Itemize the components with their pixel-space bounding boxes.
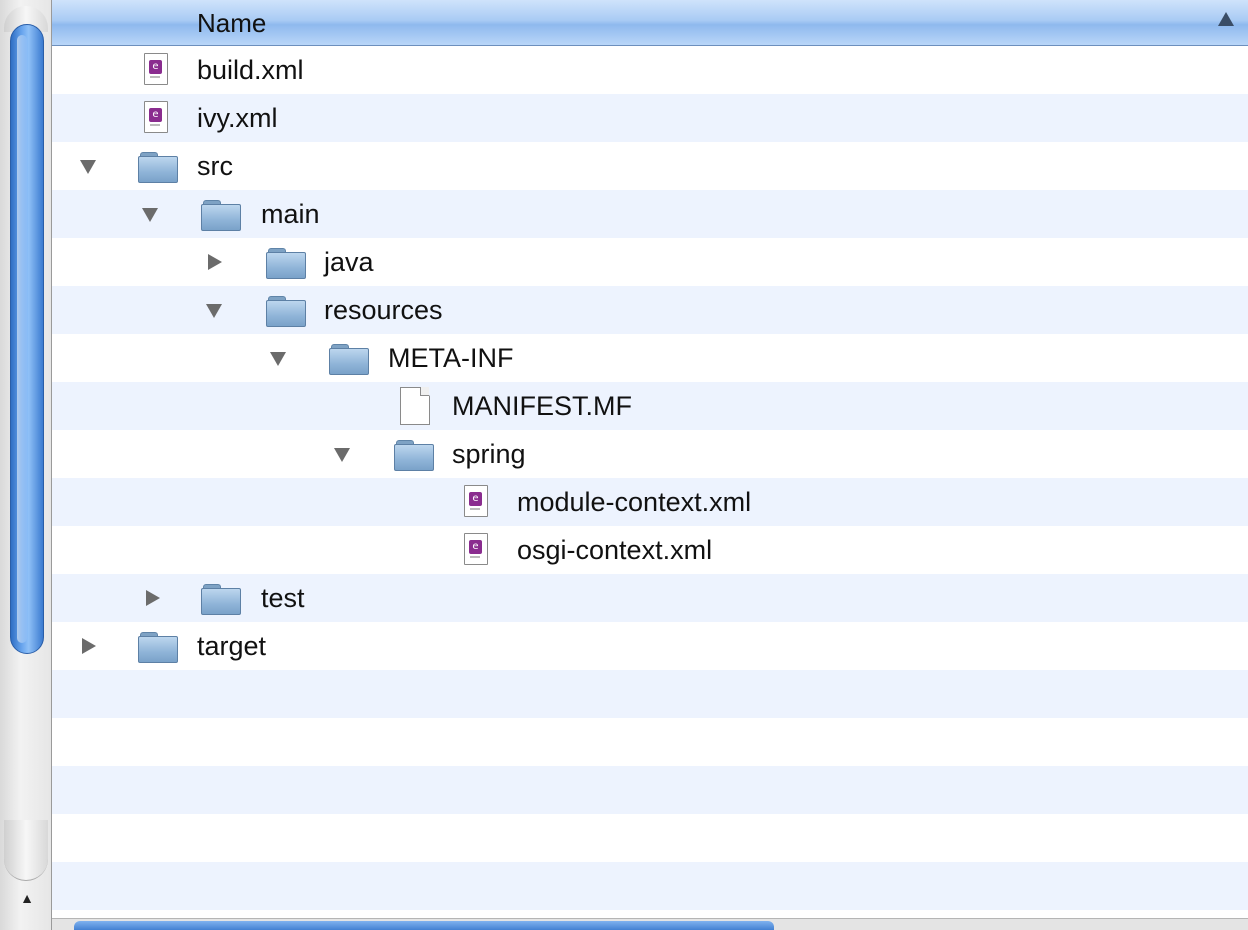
- tree-row-label: resources: [324, 295, 443, 325]
- disclosure-expanded-icon[interactable]: [206, 304, 222, 318]
- empty-row: [52, 718, 1248, 766]
- tree-row-osgi-context-xml[interactable]: e osgi-context.xml: [52, 526, 1248, 574]
- disclosure-collapsed-icon[interactable]: [208, 254, 222, 270]
- folder-icon: [329, 344, 369, 375]
- folder-icon: [201, 200, 241, 231]
- tree-row-label: module-context.xml: [517, 487, 752, 517]
- folder-icon: [138, 632, 178, 663]
- folder-icon: [266, 296, 306, 327]
- tree-row-label: MANIFEST.MF: [452, 391, 632, 421]
- scroll-up-arrow-icon[interactable]: ▲: [10, 884, 44, 912]
- tree-row-label: ivy.xml: [197, 103, 278, 133]
- xml-file-icon: e: [464, 533, 490, 567]
- sort-ascending-icon[interactable]: [1218, 12, 1234, 26]
- tree-row-main[interactable]: main: [52, 190, 1248, 238]
- disclosure-expanded-icon[interactable]: [80, 160, 96, 174]
- tree-row-resources[interactable]: resources: [52, 286, 1248, 334]
- tree-row-label: META-INF: [388, 343, 514, 373]
- disclosure-expanded-icon[interactable]: [270, 352, 286, 366]
- tree-row-label: test: [261, 583, 305, 613]
- folder-icon: [266, 248, 306, 279]
- empty-row: [52, 862, 1248, 910]
- horizontal-scrollbar[interactable]: [52, 918, 1248, 930]
- tree-row-label: target: [197, 631, 267, 661]
- disclosure-expanded-icon[interactable]: [334, 448, 350, 462]
- tree-row-spring[interactable]: spring: [52, 430, 1248, 478]
- tree-row-ivy-xml[interactable]: e ivy.xml: [52, 94, 1248, 142]
- tree-row-src[interactable]: src: [52, 142, 1248, 190]
- xml-file-icon: e: [144, 53, 170, 87]
- tree-row-label: build.xml: [197, 55, 304, 85]
- tree-row-build-xml[interactable]: e build.xml: [52, 46, 1248, 94]
- empty-row: [52, 766, 1248, 814]
- disclosure-expanded-icon[interactable]: [142, 208, 158, 222]
- tree-row-target[interactable]: target: [52, 622, 1248, 670]
- folder-icon: [201, 584, 241, 615]
- column-header-label: Name: [197, 8, 267, 38]
- tree-row-manifest[interactable]: MANIFEST.MF: [52, 382, 1248, 430]
- disclosure-collapsed-icon[interactable]: [82, 638, 96, 654]
- tree-row-java[interactable]: java: [52, 238, 1248, 286]
- scrollbar-track-bottom: [4, 820, 48, 881]
- tree-row-label: spring: [452, 439, 526, 469]
- horizontal-scrollbar-thumb[interactable]: [74, 921, 774, 930]
- tree-row-label: java: [324, 247, 374, 277]
- file-tree: e build.xml e ivy.xml src main java reso…: [52, 46, 1248, 918]
- tree-row-test[interactable]: test: [52, 574, 1248, 622]
- folder-icon: [138, 152, 178, 183]
- file-browser-window: ▲ Name e build.xml e ivy.xml src main ja…: [0, 0, 1248, 930]
- tree-row-label: osgi-context.xml: [517, 535, 713, 565]
- name-column-header[interactable]: Name: [52, 0, 1248, 46]
- xml-file-icon: e: [144, 101, 170, 135]
- folder-icon: [394, 440, 434, 471]
- tree-row-meta-inf[interactable]: META-INF: [52, 334, 1248, 382]
- xml-file-icon: e: [464, 485, 490, 519]
- scrollbar-thumb[interactable]: [10, 24, 44, 654]
- disclosure-collapsed-icon[interactable]: [146, 590, 160, 606]
- empty-row: [52, 814, 1248, 862]
- vertical-scrollbar[interactable]: ▲: [0, 0, 52, 930]
- tree-row-label: main: [261, 199, 320, 229]
- tree-row-label: src: [197, 151, 233, 181]
- empty-row: [52, 670, 1248, 718]
- document-icon: [400, 387, 430, 425]
- tree-row-module-context-xml[interactable]: e module-context.xml: [52, 478, 1248, 526]
